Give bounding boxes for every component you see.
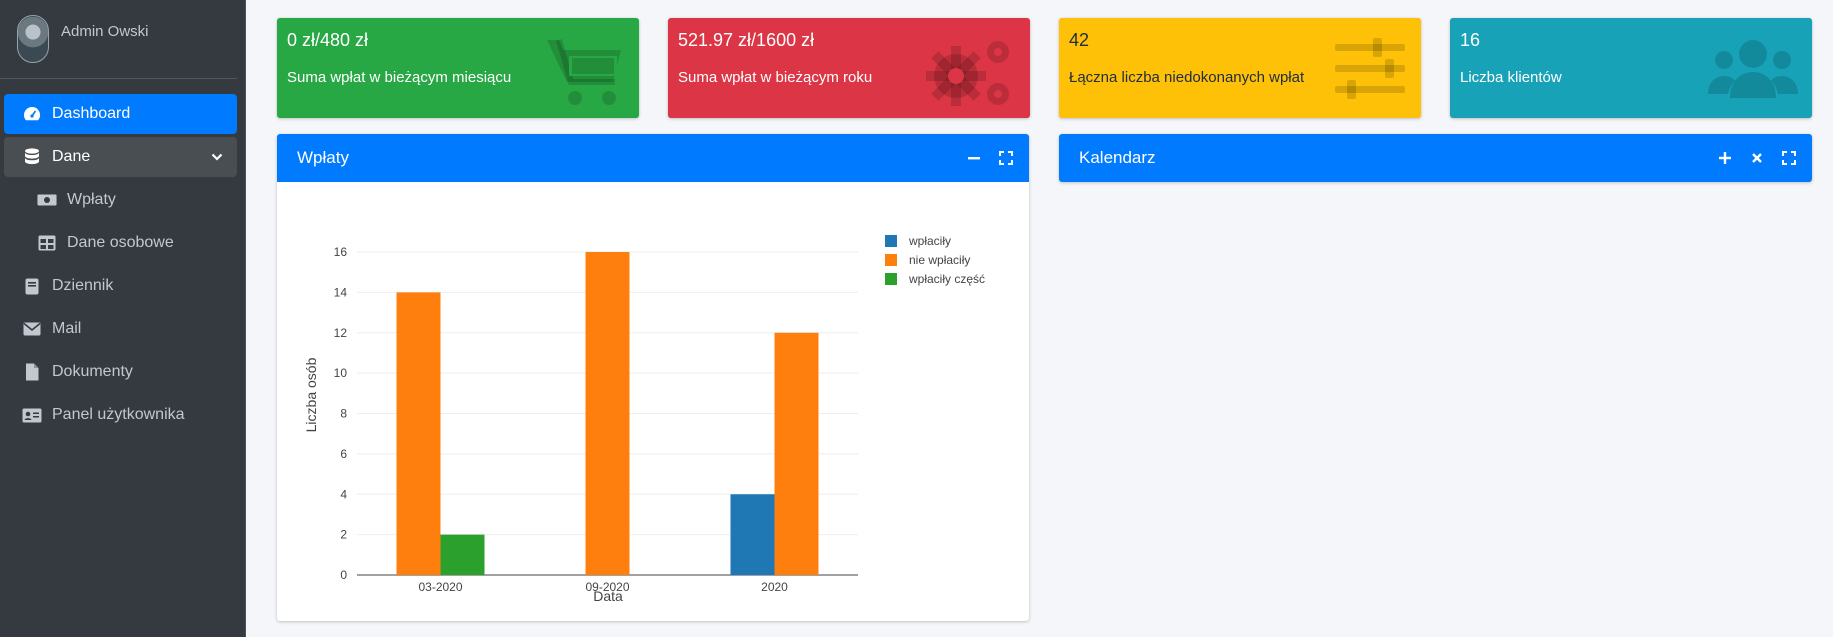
calendar-card: Kalendarz [1059, 134, 1812, 182]
legend-label: wpłaciły część [908, 272, 985, 286]
database-icon [22, 147, 42, 167]
avatar[interactable] [17, 15, 49, 63]
x-tick-label: 03-2020 [418, 580, 462, 594]
book-icon [22, 276, 42, 296]
legend-label: nie wpłaciły [909, 253, 970, 267]
y-tick-label: 12 [334, 326, 348, 340]
bar-wpłaciły [730, 494, 775, 575]
sidebar-item-label: Mail [52, 320, 82, 337]
y-tick-label: 2 [340, 528, 347, 542]
card-tools [1716, 150, 1798, 166]
sidebar-item-label: Dziennik [52, 277, 114, 294]
payments-chart: 024681012141603-2020 09-2020 2020 wpłaciły… [303, 234, 985, 604]
payments-card: Wpłaty 0 2 4 6 8 10 12 14 16 03-2020 09-2020 2020 w… [277, 134, 1029, 621]
card-tools [965, 150, 1015, 166]
table-icon [37, 233, 57, 253]
calendar-card-header: Kalendarz [1059, 134, 1812, 182]
y-tick-label: 10 [334, 366, 348, 380]
bar-nie-wpłaciły [585, 252, 630, 575]
sidebar-item-dokumenty[interactable]: Dokumenty [4, 352, 237, 392]
users-icon [1708, 36, 1798, 107]
sidebar-item-dane-osobowe[interactable]: Dane osobowe [4, 223, 237, 263]
sliders-icon [1333, 36, 1407, 107]
sidebar: Admin Owski Dashboard Dane Wpłaty Dane o… [0, 0, 246, 637]
x-axis-label: Data [593, 588, 623, 604]
money-bill-icon [37, 190, 57, 210]
close-icon[interactable] [1748, 150, 1766, 166]
payments-card-header: Wpłaty [277, 134, 1029, 182]
y-axis-label: Liczba osób [303, 357, 319, 432]
sidebar-item-panel-uzytkownika[interactable]: Panel użytkownika [4, 395, 237, 435]
sidebar-item-label: Panel użytkownika [52, 406, 185, 423]
bar-wpłaciły-część [440, 534, 485, 575]
id-card-icon [22, 405, 42, 425]
minimize-icon[interactable] [965, 150, 983, 166]
x-tick-label: 2020 [761, 580, 788, 594]
user-panel[interactable]: Admin Owski [0, 0, 237, 79]
legend-swatch [885, 235, 897, 247]
payments-card-title: Wpłaty [297, 148, 349, 167]
sidebar-item-wplaty[interactable]: Wpłaty [4, 180, 237, 220]
sidebar-item-dashboard[interactable]: Dashboard [4, 94, 237, 134]
y-tick-label: 4 [340, 487, 347, 501]
sidebar-item-dziennik[interactable]: Dziennik [4, 266, 237, 306]
info-box-unpaid-count: 42 Łączna liczba niedokonanych wpłat [1059, 18, 1421, 118]
tachometer-icon [22, 104, 42, 124]
bar-nie-wpłaciły [774, 332, 819, 575]
shopping-cart-icon [545, 36, 625, 113]
y-tick-label: 0 [340, 568, 347, 582]
info-box-monthly-sum: 0 zł/480 zł Suma wpłat w bieżącym miesią… [277, 18, 639, 118]
sidebar-item-label: Dokumenty [52, 363, 133, 380]
envelope-icon [22, 319, 42, 339]
legend-label: wpłaciły [908, 234, 951, 248]
user-name[interactable]: Admin Owski [61, 23, 149, 40]
sidebar-nav: Dashboard Dane Wpłaty Dane osobowe Dzien… [0, 79, 245, 435]
sidebar-item-label: Wpłaty [67, 191, 116, 208]
chevron-down-icon[interactable] [211, 149, 223, 167]
y-tick-label: 6 [340, 447, 347, 461]
y-tick-label: 8 [340, 407, 347, 421]
sidebar-item-mail[interactable]: Mail [4, 309, 237, 349]
sidebar-item-dane[interactable]: Dane [4, 137, 237, 177]
y-tick-label: 14 [334, 285, 348, 299]
plus-icon[interactable] [1716, 150, 1734, 166]
info-box-clients-count: 16 Liczba klientów [1450, 18, 1812, 118]
sidebar-item-label: Dashboard [52, 105, 131, 122]
y-tick-label: 16 [334, 245, 348, 259]
file-icon [22, 362, 42, 382]
cogs-icon [926, 36, 1016, 115]
maximize-icon[interactable] [1780, 150, 1798, 166]
info-box-yearly-sum: 521.97 zł/1600 zł Suma wpłat w bieżącym … [668, 18, 1030, 118]
legend-swatch [885, 254, 897, 266]
calendar-card-title: Kalendarz [1079, 148, 1156, 167]
bar-nie-wpłaciły [396, 292, 441, 575]
maximize-icon[interactable] [997, 150, 1015, 166]
legend-swatch [885, 273, 897, 285]
sidebar-item-label: Dane [52, 148, 91, 165]
sidebar-item-label: Dane osobowe [67, 234, 174, 251]
